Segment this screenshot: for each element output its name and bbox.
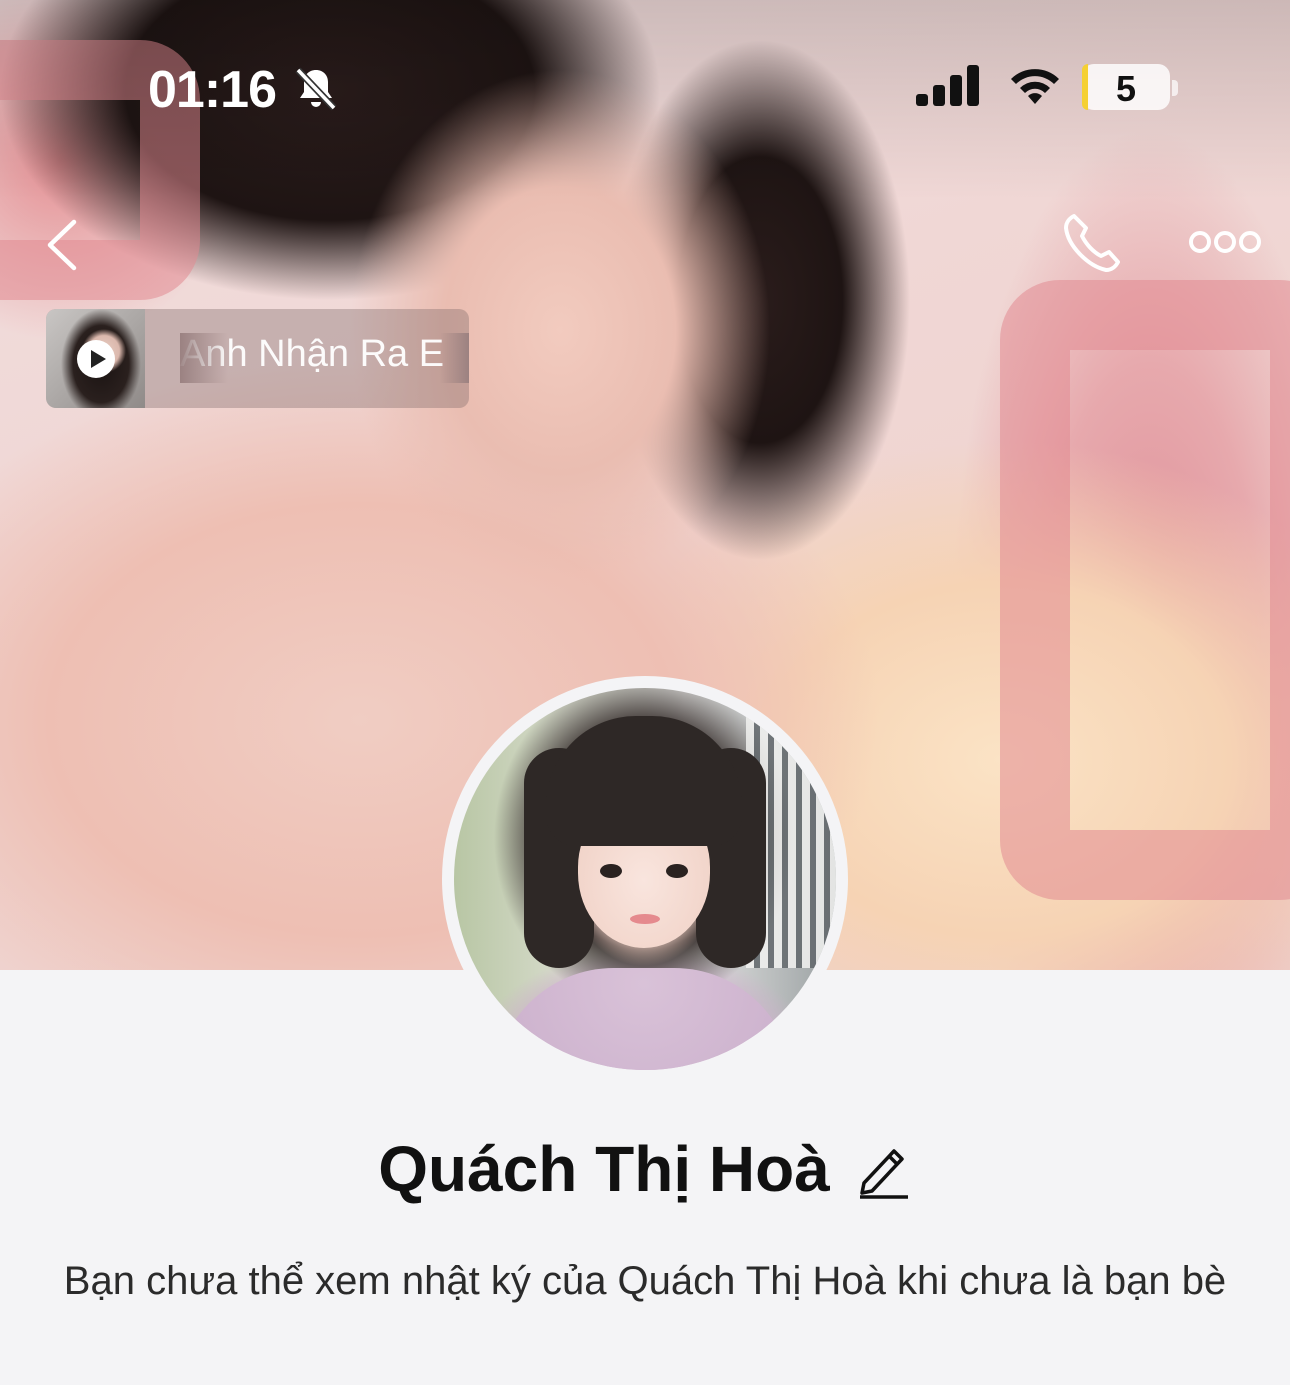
friend-only-notice: Bạn chưa thể xem nhật ký của Quách Thị H… bbox=[63, 1259, 1227, 1303]
pencil-icon[interactable] bbox=[856, 1139, 912, 1199]
back-button[interactable] bbox=[38, 210, 98, 280]
play-icon bbox=[77, 340, 115, 378]
avatar-image bbox=[454, 688, 836, 1070]
call-button[interactable] bbox=[1060, 210, 1130, 276]
profile-name-row: Quách Thị Hoà bbox=[0, 1132, 1290, 1206]
battery-icon: 5 bbox=[1082, 64, 1170, 110]
status-time: 01:16 bbox=[148, 61, 277, 119]
more-button[interactable] bbox=[1186, 222, 1264, 262]
music-thumbnail bbox=[46, 309, 145, 408]
bell-off-icon bbox=[295, 67, 337, 111]
battery-tip bbox=[1172, 80, 1178, 96]
music-chip[interactable]: Anh Nhận Ra E bbox=[46, 309, 469, 408]
signal-icon bbox=[916, 65, 979, 106]
profile-name: Quách Thị Hoà bbox=[378, 1133, 830, 1205]
music-title: Anh Nhận Ra E bbox=[180, 333, 469, 383]
battery-level: 5 bbox=[1115, 68, 1137, 109]
profile-avatar[interactable] bbox=[442, 676, 848, 1082]
wifi-icon bbox=[1011, 69, 1059, 104]
